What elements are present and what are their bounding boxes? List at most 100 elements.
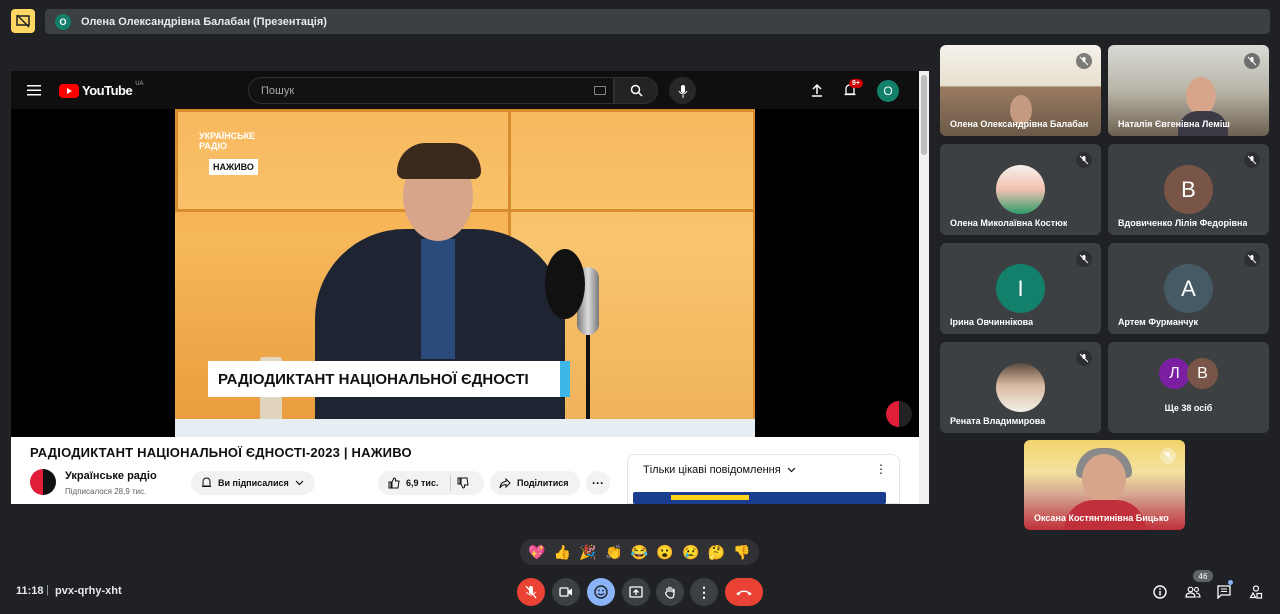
- chat-button[interactable]: [1214, 582, 1234, 602]
- subscribed-button[interactable]: Ви підписалися: [191, 471, 315, 495]
- reaction-clap[interactable]: 👏: [605, 544, 622, 561]
- more-vert-icon: ⋮: [697, 583, 711, 600]
- video-player[interactable]: УКРАЇНСЬКЕ РАДІО НАЖИВО РАДІОДИКТАНТ НАЦ…: [11, 109, 919, 437]
- reactions-button[interactable]: [587, 578, 615, 606]
- participant-name: Олена Олександрівна Балабан: [950, 119, 1089, 129]
- presenter-shirt: [421, 239, 455, 359]
- reaction-surprised[interactable]: 😮: [656, 544, 673, 561]
- participant-tile[interactable]: І Ірина Овчиннікова: [940, 243, 1101, 334]
- leave-call-button[interactable]: [725, 578, 763, 606]
- presented-screen: YouTube UA Пошук 9+ О УКРАЇНСЬКЕ РАДІО Н…: [11, 71, 929, 504]
- search-input[interactable]: Пошук: [248, 77, 614, 104]
- scrollbar-thumb[interactable]: [921, 75, 927, 155]
- presenter-avatar: О: [55, 13, 71, 30]
- mic-off-icon: [1076, 53, 1092, 69]
- presentation-toggle-button[interactable]: [11, 9, 35, 33]
- chat-menu-icon[interactable]: ⋮: [875, 462, 887, 476]
- like-count: 6,9 тис.: [406, 478, 439, 488]
- live-tag: НАЖИВО: [209, 159, 258, 175]
- reaction-thinking[interactable]: 🤔: [708, 544, 725, 561]
- upload-icon[interactable]: [808, 81, 826, 99]
- presentation-title: Олена Олександрівна Балабан (Презентація…: [81, 15, 327, 28]
- reaction-thumbs-up[interactable]: 👍: [554, 544, 571, 561]
- participant-tile[interactable]: А Артем Фурманчук: [1108, 243, 1269, 334]
- phone-hangup-icon: [736, 590, 752, 596]
- participant-tile[interactable]: Олена Олександрівна Балабан: [940, 45, 1101, 136]
- more-participants-tile[interactable]: Л В Ще 38 осіб: [1108, 342, 1269, 433]
- people-icon: [1185, 586, 1201, 598]
- search-button[interactable]: [614, 77, 658, 104]
- channel-avatar[interactable]: [30, 469, 56, 495]
- mic-off-icon: [1244, 53, 1260, 69]
- like-button[interactable]: 6,9 тис.: [378, 471, 484, 495]
- participant-avatar: А: [1164, 264, 1213, 313]
- chat-unread-dot: [1228, 580, 1233, 585]
- participant-avatar: [996, 363, 1045, 412]
- present-off-icon: [16, 14, 30, 28]
- reaction-thumbs-down[interactable]: 👎: [733, 544, 750, 561]
- participant-avatar: І: [996, 264, 1045, 313]
- youtube-logo[interactable]: YouTube UA: [59, 80, 144, 98]
- participant-count-badge: 46: [1193, 570, 1213, 582]
- presentation-banner: О Олена Олександрівна Балабан (Презентац…: [45, 9, 1270, 34]
- account-avatar[interactable]: О: [877, 80, 899, 102]
- info-icon: [1153, 585, 1167, 599]
- menu-icon[interactable]: [25, 81, 43, 99]
- youtube-header: YouTube UA Пошук 9+ О: [11, 71, 929, 109]
- hand-icon: [665, 586, 675, 599]
- region-code: UA: [135, 80, 144, 87]
- chevron-down-icon: [787, 467, 796, 473]
- present-screen-button[interactable]: [622, 578, 650, 606]
- participant-avatar: В: [1164, 165, 1213, 214]
- participant-tile[interactable]: В Вдовиченко Лілія Федорівна: [1108, 144, 1269, 235]
- raise-hand-button[interactable]: [656, 578, 684, 606]
- more-actions-button[interactable]: ···: [586, 471, 610, 495]
- participant-tile[interactable]: Рената Владимирова: [940, 342, 1101, 433]
- logo-line1: УКРАЇНСЬКЕ: [199, 131, 256, 141]
- reaction-laugh[interactable]: 😂: [631, 544, 648, 561]
- channel-name[interactable]: Українське радіо: [65, 470, 157, 482]
- presenter-hair: [397, 143, 481, 179]
- participant-tile[interactable]: Олена Миколаївна Костюк: [940, 144, 1101, 235]
- subscribed-label: Ви підписалися: [218, 478, 289, 488]
- channel-watermark: [886, 401, 912, 427]
- logo-line2: РАДІО: [199, 141, 227, 151]
- camera-toggle-button[interactable]: [552, 578, 580, 606]
- youtube-logo-text: YouTube: [82, 83, 133, 98]
- lower-third-caption: РАДІОДИКТАНТ НАЦІОНАЛЬНОЇ ЄДНОСТІ: [208, 361, 570, 397]
- participant-tile[interactable]: Наталія Євгенівна Леміш: [1108, 45, 1269, 136]
- more-participants-label: Ще 38 осіб: [1164, 403, 1213, 413]
- meeting-info-button[interactable]: [1150, 582, 1170, 602]
- thumbs-down-icon[interactable]: [457, 477, 470, 489]
- present-icon: [629, 586, 643, 598]
- notification-count-badge: 9+: [849, 79, 863, 88]
- participant-name: Рената Владимирова: [950, 416, 1046, 426]
- video-info: РАДІОДИКТАНТ НАЦІОНАЛЬНОЇ ЄДНОСТІ-2023 |…: [11, 437, 919, 504]
- reaction-heart[interactable]: 💖: [528, 544, 545, 561]
- backdrop-panel: [508, 109, 755, 212]
- more-dots-icon: ···: [592, 476, 604, 490]
- voice-search-button[interactable]: [669, 77, 696, 104]
- share-label: Поділитися: [517, 478, 569, 488]
- mic-off-icon: [1244, 251, 1260, 267]
- video-title: РАДІОДИКТАНТ НАЦІОНАЛЬНОЇ ЄДНОСТІ-2023 |…: [30, 445, 412, 460]
- reaction-party[interactable]: 🎉: [579, 544, 596, 561]
- video-frame: УКРАЇНСЬКЕ РАДІО НАЖИВО РАДІОДИКТАНТ НАЦ…: [175, 109, 755, 437]
- keyboard-icon[interactable]: [594, 86, 606, 95]
- mic-icon: [678, 84, 687, 98]
- chat-filter-dropdown[interactable]: Тільки цікаві повідомлення: [643, 464, 796, 476]
- more-options-button[interactable]: ⋮: [690, 578, 718, 606]
- share-button[interactable]: Поділитися: [490, 471, 580, 495]
- ukrainian-radio-logo: УКРАЇНСЬКЕ РАДІО: [199, 131, 255, 151]
- mic-toggle-button[interactable]: [517, 578, 545, 606]
- people-button[interactable]: [1183, 582, 1203, 602]
- microphone-stand: [586, 335, 590, 425]
- reaction-sad[interactable]: 😢: [682, 544, 699, 561]
- desk: [175, 419, 755, 437]
- like-divider: [450, 475, 452, 491]
- activities-button[interactable]: [1246, 582, 1266, 602]
- mic-off-icon: [525, 585, 537, 599]
- smile-icon: [594, 585, 608, 599]
- self-view-tile[interactable]: Оксана Костянтинівна Бицько: [1024, 440, 1185, 530]
- participant-name: Вдовиченко Лілія Федорівна: [1118, 218, 1248, 228]
